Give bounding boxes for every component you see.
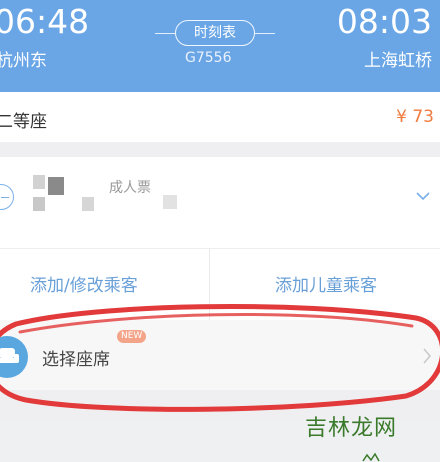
departure-station: 杭州东 bbox=[0, 51, 47, 71]
new-badge: NEW bbox=[117, 330, 147, 343]
chevron-right-icon bbox=[423, 348, 431, 364]
seat-selection-row[interactable]: 选择座席 NEW bbox=[0, 320, 440, 390]
action-divider bbox=[209, 249, 210, 324]
arrival-time: 08:03 bbox=[336, 2, 432, 41]
passenger-card: 成人票 添加/修改乘客 添加儿童乘客 bbox=[0, 157, 440, 324]
armchair-icon bbox=[0, 336, 28, 378]
passenger-actions: 添加/修改乘客 添加儿童乘客 bbox=[0, 248, 440, 324]
timetable-line-right bbox=[255, 33, 275, 34]
blurred-passenger-id bbox=[82, 197, 94, 211]
departure-time: 06:48 bbox=[0, 2, 90, 41]
train-number: G7556 bbox=[185, 50, 232, 66]
minus-circle-icon[interactable] bbox=[0, 184, 14, 210]
arrival-station: 上海虹桥 bbox=[364, 51, 432, 71]
seat-selection-label: 选择座席 bbox=[42, 350, 110, 370]
watermark-logo-icon bbox=[362, 452, 380, 462]
add-child-button[interactable]: 添加儿童乘客 bbox=[275, 271, 377, 296]
blurred-passenger-id bbox=[33, 197, 45, 211]
site-watermark: 吉林龙网 bbox=[305, 416, 398, 441]
blurred-passenger-id bbox=[163, 195, 177, 209]
blurred-passenger-name bbox=[33, 175, 45, 189]
seat-class-row[interactable]: 二等座 ¥ 73 bbox=[0, 92, 440, 142]
seat-class-label: 二等座 bbox=[0, 112, 47, 132]
timetable-button[interactable]: 时刻表 bbox=[175, 20, 255, 46]
timetable-line-left bbox=[155, 33, 175, 34]
timetable-group: 时刻表 bbox=[155, 20, 275, 46]
add-passenger-button[interactable]: 添加/修改乘客 bbox=[30, 271, 138, 296]
ticket-type: 成人票 bbox=[109, 180, 151, 196]
blurred-passenger-name bbox=[48, 177, 64, 195]
seat-price: ¥ 73 bbox=[396, 107, 434, 127]
trip-header: 06:48 杭州东 时刻表 G7556 08:03 上海虹桥 bbox=[0, 0, 440, 92]
chevron-down-icon[interactable] bbox=[416, 189, 430, 203]
